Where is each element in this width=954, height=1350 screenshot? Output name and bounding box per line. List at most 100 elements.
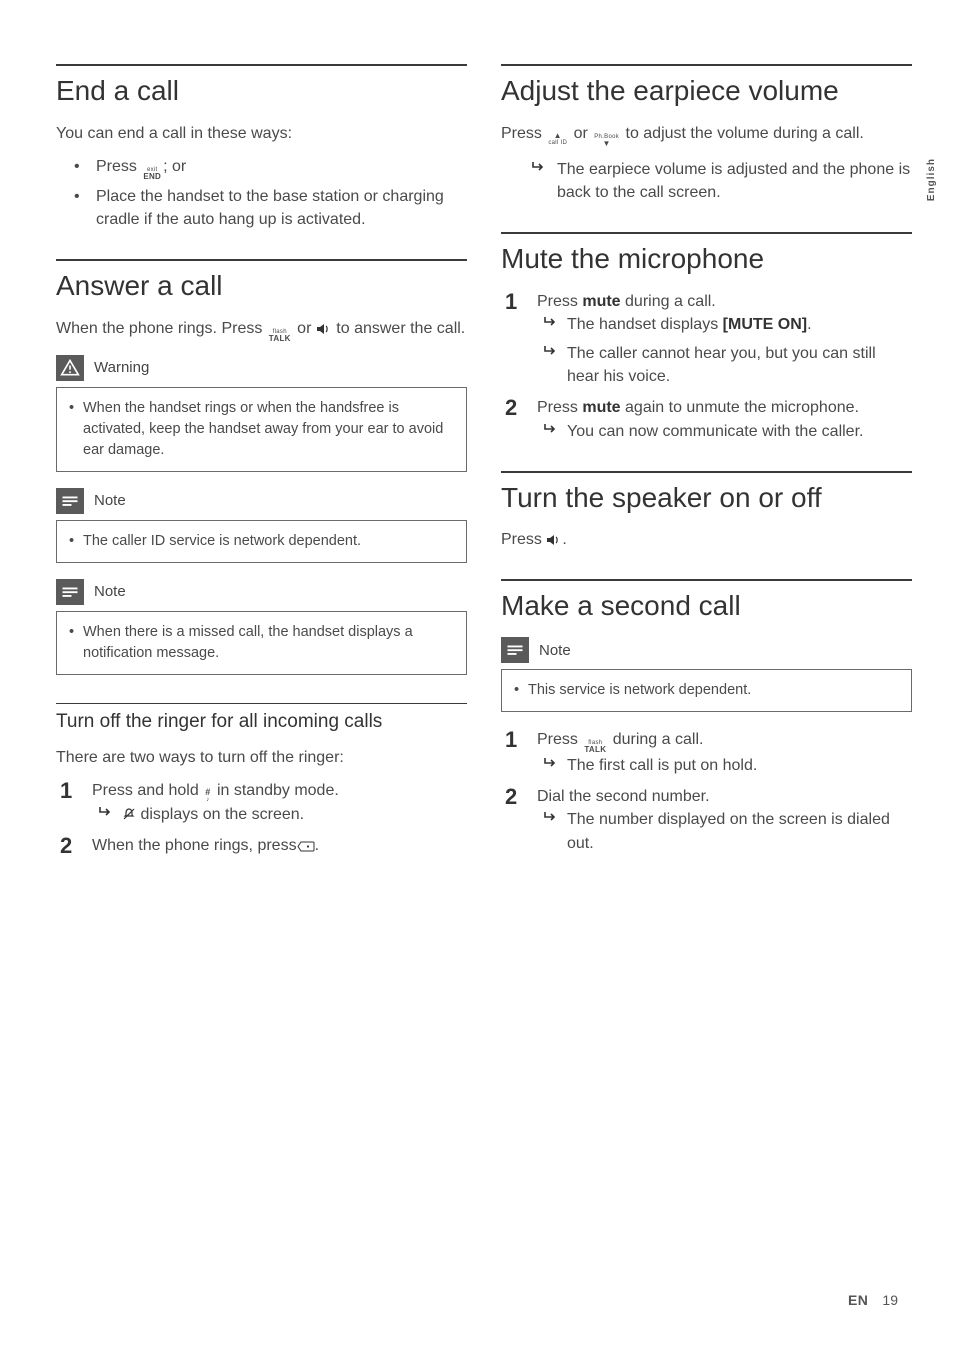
note-text: The caller ID service is network depende… [65,531,454,552]
text: to answer the call. [332,320,465,337]
note-text: When there is a missed call, the handset… [65,622,454,664]
end-call-list: Press exitEND; or Place the handset to t… [66,155,467,231]
text: Press [501,125,546,142]
talk-key-icon: flashTALK [269,329,291,343]
note-icon [56,579,84,605]
text: Dial the second number. [537,788,710,805]
warning-box: When the handset rings or when the hands… [56,387,467,472]
result: The caller cannot hear you, but you can … [537,342,912,388]
note-title: Note [94,583,126,600]
section-mute: Mute the microphone 1 Press mute during … [501,232,912,443]
ringer-intro: There are two ways to turn off the ringe… [56,746,467,769]
volume-intro: Press ▲call ID or Ph.Book▼ to adjust the… [501,122,912,148]
cancel-key-icon [297,841,315,852]
arrow-icon [543,423,557,435]
ringer-steps: 1 Press and hold #♪ in standby mode. dis… [56,779,467,857]
text: displays on the screen. [136,806,304,823]
divider [501,471,912,473]
text: Press [537,399,582,416]
result: The handset displays [MUTE ON]. [537,313,912,336]
footer-lang: EN [848,1292,868,1308]
ringer-off-icon [122,807,136,821]
heading-speaker: Turn the speaker on or off [501,481,912,515]
text: again to unmute the microphone. [621,399,859,416]
step: 2 Press mute again to unmute the microph… [501,396,912,442]
warning-icon [56,355,84,381]
note-callout: Note When there is a missed call, the ha… [56,579,467,675]
note-icon [56,488,84,514]
heading-volume: Adjust the earpiece volume [501,74,912,108]
text: The number displayed on the screen is di… [567,811,890,851]
divider [501,579,912,581]
result: The first call is put on hold. [537,754,912,777]
divider [501,232,912,234]
list-item: Press exitEND; or [66,155,467,181]
text: You can now communicate with the caller. [567,423,863,440]
second-call-steps: 1 Press flashTALK during a call. The fir… [501,728,912,855]
heading-end-call: End a call [56,74,467,108]
text: Press [537,731,582,748]
end-key-icon: exitEND [143,167,161,181]
arrow-icon [543,316,557,328]
note-box: The caller ID service is network depende… [56,520,467,563]
section-end-call: End a call You can end a call in these w… [56,64,467,231]
list-item: Place the handset to the base station or… [66,185,467,231]
text: When the phone rings. Press [56,320,267,337]
note-callout: Note This service is network dependent. [501,637,912,712]
text: Press [501,531,546,548]
section-speaker: Turn the speaker on or off Press . [501,471,912,552]
heading-second-call: Make a second call [501,589,912,623]
answer-intro: When the phone rings. Press flashTALK or… [56,317,467,343]
text: Press and hold [92,782,203,799]
text: The handset displays [567,316,723,333]
note-callout: Note The caller ID service is network de… [56,488,467,563]
text: Press [537,293,582,310]
text: The caller cannot hear you, but you can … [567,345,876,385]
section-second-call: Make a second call Note This service is … [501,579,912,854]
footer-page: 19 [882,1292,898,1308]
arrow-icon [543,811,557,823]
text: The earpiece volume is adjusted and the … [557,161,910,201]
language-tab: English [926,158,937,201]
text: The first call is put on hold. [567,757,757,774]
right-column: Adjust the earpiece volume Press ▲call I… [501,64,912,885]
section-ringer-off: Turn off the ringer for all incoming cal… [56,703,467,857]
note-title: Note [539,642,571,659]
left-column: End a call You can end a call in these w… [56,64,467,885]
note-title: Note [94,492,126,509]
note-icon [501,637,529,663]
end-call-intro: You can end a call in these ways: [56,122,467,145]
step: 1 Press mute during a call. The handset … [501,290,912,389]
step: 1 Press flashTALK during a call. The fir… [501,728,912,777]
text: . [315,837,319,854]
arrow-icon [531,161,545,173]
speaker-icon [316,323,332,335]
up-key-icon: ▲call ID [548,132,567,146]
arrow-icon [543,757,557,769]
text: ; or [163,158,186,175]
heading-ringer-off: Turn off the ringer for all incoming cal… [56,710,467,734]
talk-key-icon: flashTALK [584,740,606,754]
text: or [293,320,316,337]
divider [56,259,467,261]
step: 1 Press and hold #♪ in standby mode. dis… [56,779,467,826]
hash-key-icon: #♪ [205,788,210,803]
speaker-intro: Press . [501,528,912,551]
page-footer: EN 19 [848,1292,898,1308]
speaker-icon [546,534,562,546]
note-box: This service is network dependent. [501,669,912,712]
text: . [562,531,566,548]
text: mute [582,293,620,310]
mute-steps: 1 Press mute during a call. The handset … [501,290,912,443]
arrow-icon [543,345,557,357]
arrow-icon [98,806,112,818]
step: 2 Dial the second number. The number dis… [501,785,912,855]
result: You can now communicate with the caller. [537,420,912,443]
divider [56,703,467,704]
text: in standby mode. [213,782,339,799]
result: displays on the screen. [92,803,467,826]
warning-callout: Warning When the handset rings or when t… [56,355,467,472]
heading-answer-call: Answer a call [56,269,467,303]
text: . [807,316,811,333]
text: mute [582,399,620,416]
